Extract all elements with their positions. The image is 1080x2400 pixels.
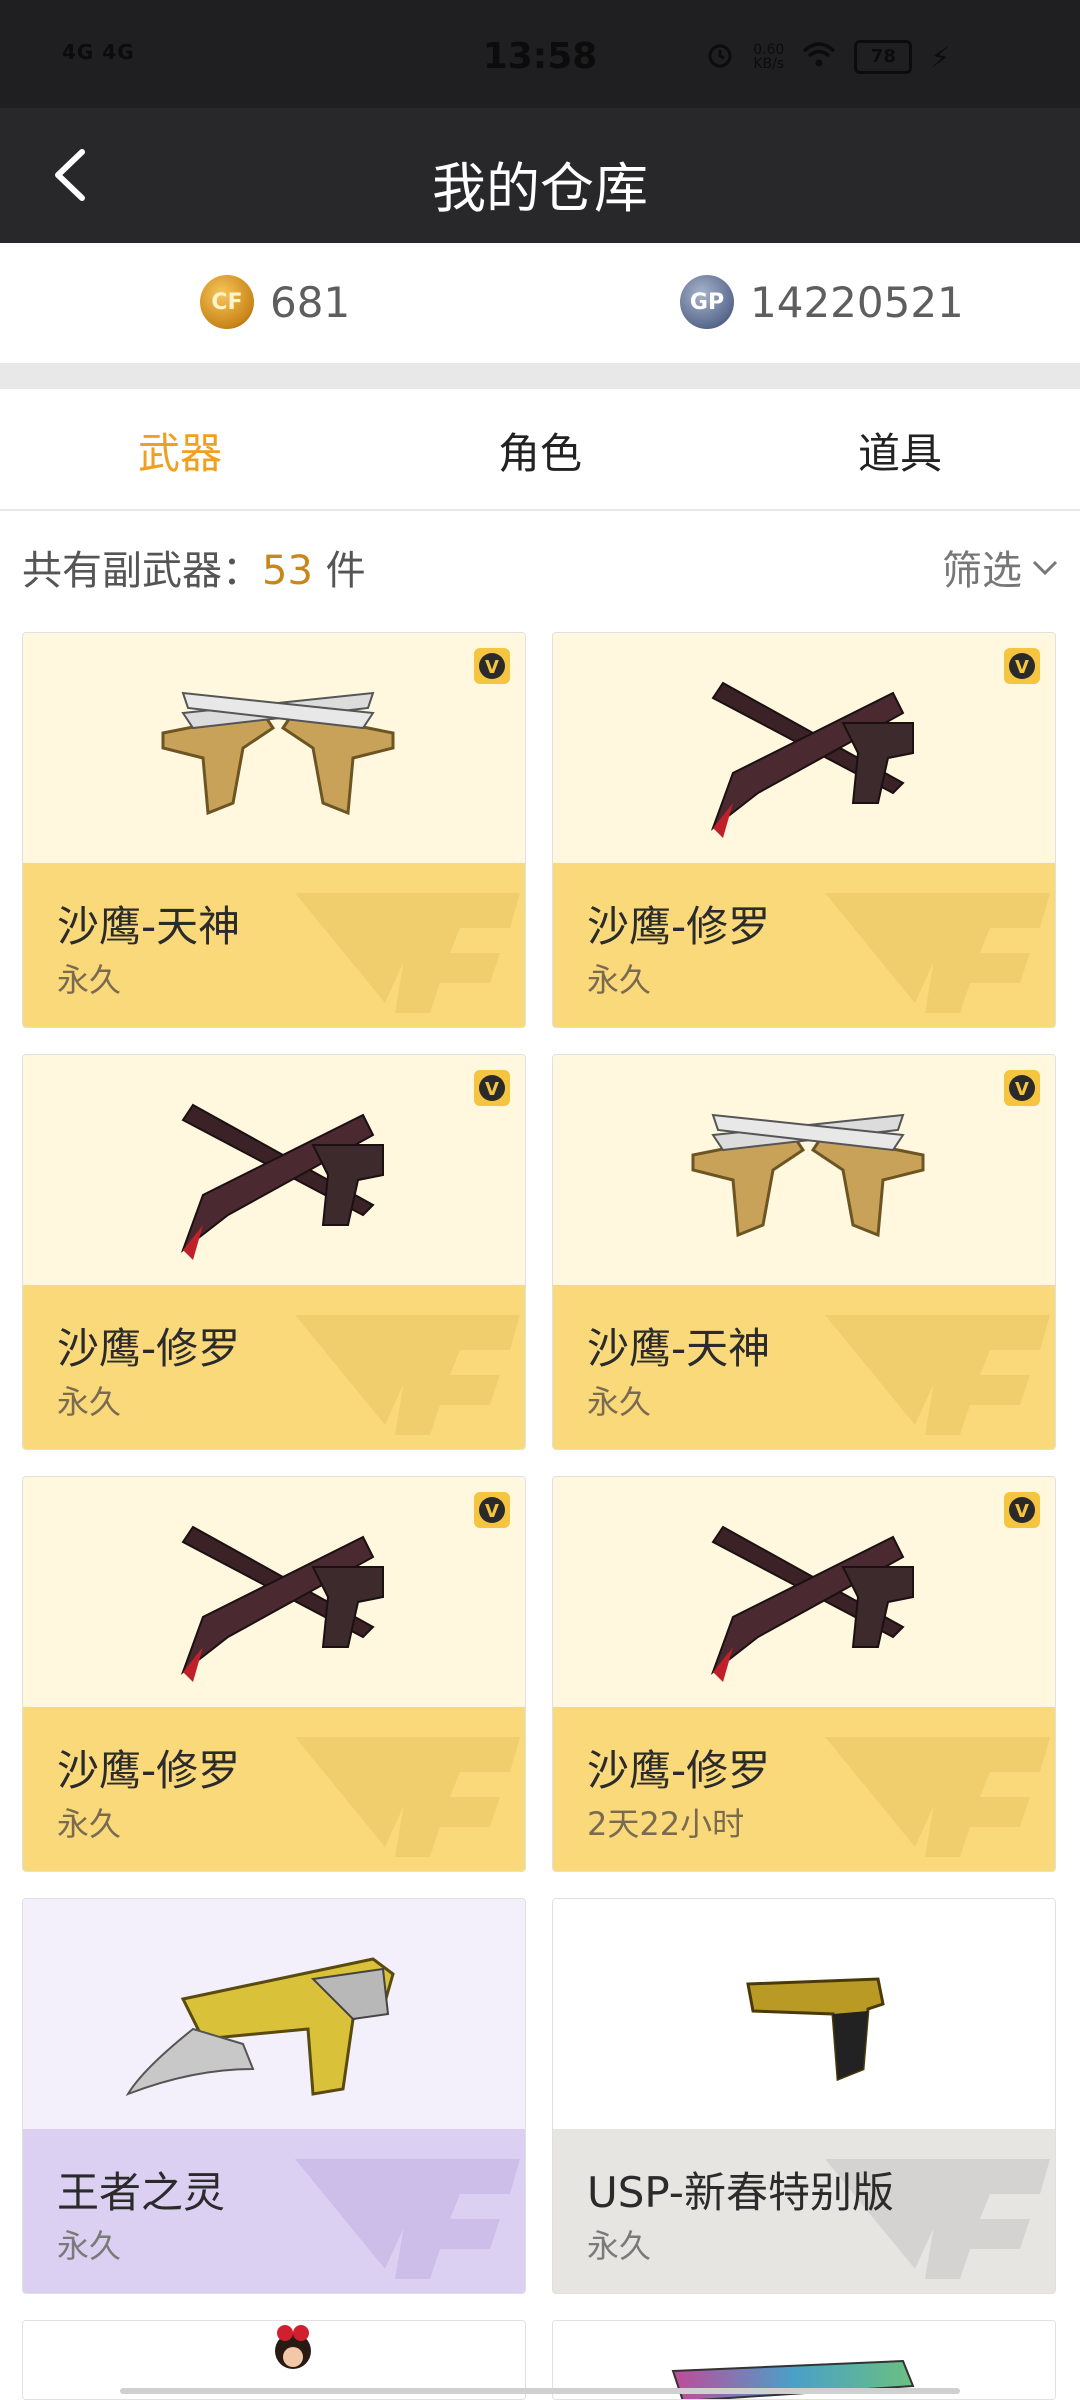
tianshen-gun-icon — [691, 1113, 925, 1238]
item-count-row: 共有副武器：53 件 筛选 — [22, 538, 1062, 598]
xiuluo-gun-icon — [710, 681, 914, 838]
count-value: 53 — [262, 548, 313, 594]
weapon-duration: 永久 — [57, 1383, 122, 1421]
weapon-info: 沙鹰-修罗 永久 — [23, 1285, 525, 1449]
battery-icon: 78 — [854, 40, 913, 74]
weapon-info: 沙鹰-修罗 永久 — [23, 1707, 525, 1871]
filter-button[interactable]: 筛选 — [942, 538, 1062, 596]
svg-text:V: V — [485, 1079, 499, 1100]
weapon-duration: 2天22小时 — [587, 1805, 745, 1843]
tab-characters[interactable]: 角色 — [360, 389, 720, 509]
svg-text:V: V — [1015, 1079, 1029, 1100]
wifi-icon — [802, 41, 836, 73]
vip-badge-icon: V — [474, 648, 510, 684]
cf-watermark-icon — [295, 2159, 520, 2279]
weapon-card[interactable]: V 沙鹰-天神 永久 — [22, 632, 526, 1028]
weapon-image-area: V — [553, 633, 1055, 863]
weapon-name: 沙鹰-天神 — [57, 902, 241, 951]
weapon-name: USP-新春特别版 — [587, 2168, 894, 2217]
gp-coin-icon: GP — [680, 275, 734, 329]
scroll-indicator — [120, 2388, 960, 2394]
weapon-card[interactable]: 王者之灵 永久 — [22, 1898, 526, 2294]
weapon-name: 沙鹰-修罗 — [587, 902, 771, 951]
cf-points: CF 681 — [200, 275, 350, 329]
weapon-card[interactable]: V 沙鹰-修罗 永久 — [22, 1476, 526, 1872]
cf-watermark-icon — [825, 1315, 1050, 1435]
wangzhe-gun-icon — [125, 1957, 395, 2096]
weapon-name: 沙鹰-修罗 — [587, 1746, 771, 1795]
page-title: 我的仓库 — [432, 157, 648, 220]
weapon-card[interactable]: V 沙鹰-天神 永久 — [552, 1054, 1056, 1450]
charging-icon: ⚡ — [930, 40, 950, 74]
category-tabs: 武器 角色 道具 — [0, 389, 1080, 511]
svg-text:V: V — [485, 1501, 499, 1522]
svg-text:V: V — [485, 657, 499, 678]
vip-badge-icon: V — [1004, 648, 1040, 684]
weapon-image-area: V — [553, 1055, 1055, 1285]
vip-badge-icon: V — [1004, 1492, 1040, 1528]
svg-text:V: V — [1015, 657, 1029, 678]
weapon-duration: 永久 — [587, 961, 652, 999]
weapon-info: 王者之灵 永久 — [23, 2129, 525, 2293]
weapon-duration: 永久 — [57, 961, 122, 999]
tab-items[interactable]: 道具 — [720, 389, 1080, 509]
weapon-info: 沙鹰-天神 永久 — [553, 1285, 1055, 1449]
gp-points: GP 14220521 — [680, 275, 964, 329]
vip-badge-icon: V — [474, 1070, 510, 1106]
weapon-card[interactable]: V 沙鹰-修罗 永久 — [552, 632, 1056, 1028]
weapon-duration: 永久 — [587, 2227, 652, 2265]
weapon-image-area: V — [23, 1477, 525, 1707]
usp-gun-icon — [746, 1977, 885, 2082]
vip-badge-icon: V — [1004, 1070, 1040, 1106]
weapon-info: 沙鹰-天神 永久 — [23, 863, 525, 1027]
svg-text:V: V — [1015, 1501, 1029, 1522]
weapon-duration: 永久 — [57, 2227, 122, 2265]
gp-points-value: 14220521 — [750, 277, 964, 327]
weapon-name: 沙鹰-天神 — [587, 1324, 771, 1373]
cf-watermark-icon — [825, 1737, 1050, 1857]
cf-watermark-icon — [295, 1737, 520, 1857]
cf-watermark-icon — [825, 893, 1050, 1013]
status-right-icons: 0.60 KB/s 78 ⚡ — [705, 40, 950, 74]
weapon-info: USP-新春特别版 永久 — [553, 2129, 1055, 2293]
title-bar: 我的仓库 — [0, 108, 1080, 243]
alarm-icon — [705, 40, 735, 74]
xiuluo-gun-icon — [710, 1525, 914, 1682]
weapon-image-area: V — [23, 1055, 525, 1285]
cf-watermark-icon — [295, 893, 520, 1013]
network-speed: 0.60 KB/s — [753, 42, 785, 72]
xiuluo-gun-icon — [180, 1525, 384, 1682]
cf-points-value: 681 — [270, 277, 351, 327]
weapon-duration: 永久 — [57, 1805, 122, 1843]
weapon-card[interactable]: V 沙鹰-修罗 永久 — [22, 1054, 526, 1450]
weapon-image-area — [23, 1899, 525, 2129]
xiuluo-gun-icon — [180, 1103, 384, 1260]
tianshen-gun-icon — [161, 691, 395, 816]
vip-badge-icon: V — [474, 1492, 510, 1528]
weapon-card[interactable]: V 沙鹰-修罗 2天22小时 — [552, 1476, 1056, 1872]
weapon-image-area: V — [553, 1477, 1055, 1707]
filter-label: 筛选 — [942, 548, 1022, 594]
weapon-name: 沙鹰-修罗 — [57, 1746, 241, 1795]
weapon-name: 沙鹰-修罗 — [57, 1324, 241, 1373]
weapon-image-area: V — [23, 633, 525, 863]
count-unit: 件 — [312, 548, 366, 594]
status-bar: 4G 4G 13:58 0.60 KB/s 78 ⚡ — [0, 0, 1080, 108]
chevron-down-icon — [1032, 560, 1058, 576]
weapon-duration: 永久 — [587, 1383, 652, 1421]
section-divider — [0, 363, 1080, 389]
weapon-card[interactable]: USP-新春特别版 永久 — [552, 1898, 1056, 2294]
weapon-info: 沙鹰-修罗 永久 — [553, 863, 1055, 1027]
weapon-info: 沙鹰-修罗 2天22小时 — [553, 1707, 1055, 1871]
cf-watermark-icon — [295, 1315, 520, 1435]
cf-coin-icon: CF — [200, 275, 254, 329]
currency-bar: CF 681 GP 14220521 — [0, 243, 1080, 363]
tab-weapons[interactable]: 武器 — [0, 389, 360, 509]
weapon-name: 王者之灵 — [57, 2168, 226, 2217]
count-label: 共有副武器： — [22, 548, 262, 594]
weapon-image-area — [553, 1899, 1055, 2129]
